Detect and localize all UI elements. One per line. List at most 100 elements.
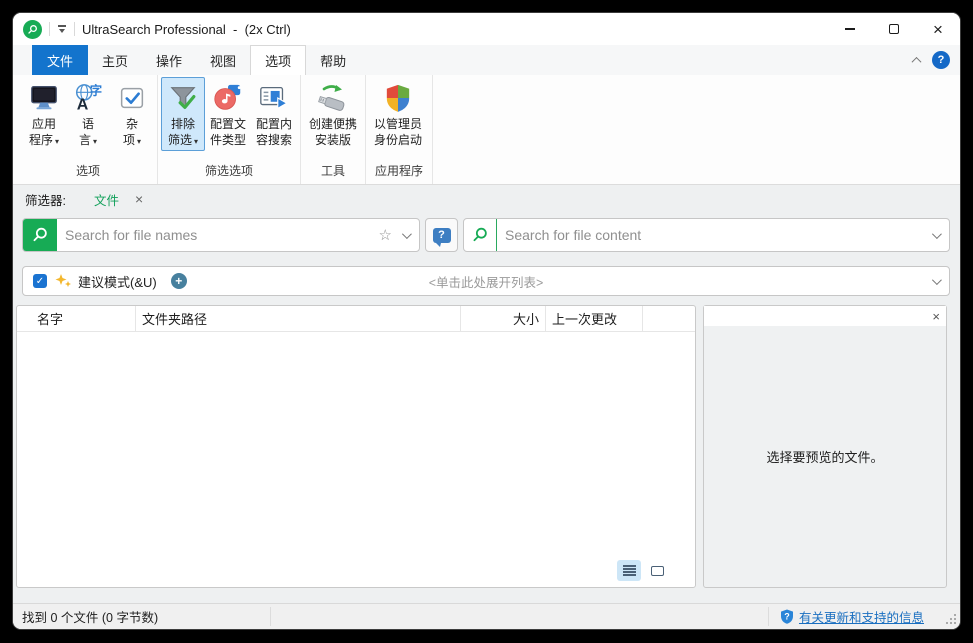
- search-row: ☆ ?: [13, 213, 960, 260]
- help-button[interactable]: ?: [932, 51, 950, 69]
- ribbon-group-label: 选项: [22, 159, 154, 184]
- collapse-ribbon-icon[interactable]: [912, 56, 922, 66]
- dropdown-arrow-icon: ▾: [194, 137, 198, 146]
- tab-actions[interactable]: 操作: [142, 45, 196, 75]
- run-as-admin-button[interactable]: 以管理员 身份启动: [369, 77, 427, 151]
- tab-home[interactable]: 主页: [88, 45, 142, 75]
- expand-list-hint: <单击此处展开列表>: [23, 272, 949, 291]
- chevron-down-icon[interactable]: [932, 229, 942, 239]
- column-header-last-change[interactable]: 上一次更改: [546, 306, 643, 331]
- suggestion-mode-box: ✓ 建议模式(&U) + <单击此处展开列表>: [22, 266, 950, 296]
- app-logo-icon: [23, 20, 42, 39]
- configure-content-search-button[interactable]: 配置内 容搜索: [251, 77, 297, 151]
- filter-tab-files[interactable]: 文件: [94, 190, 119, 209]
- dropdown-arrow-icon: ▾: [93, 137, 97, 146]
- file-content-search-box: [463, 218, 950, 252]
- suggestion-mode-checkbox[interactable]: ✓: [33, 274, 47, 288]
- status-bar: 找到 0 个文件 (0 字节数) ? 有关更新和支持的信息: [13, 603, 960, 629]
- app-programs-button[interactable]: 应用 程序▾: [22, 77, 66, 151]
- favorite-star-icon[interactable]: ☆: [379, 226, 392, 244]
- svg-text:字: 字: [90, 83, 102, 98]
- preview-panel: × 选择要预览的文件。: [703, 305, 947, 588]
- titlebar-separator: [49, 22, 50, 36]
- ribbon-group-label: 应用程序: [369, 159, 429, 184]
- search-icon: [23, 219, 57, 251]
- card-view-icon: [651, 566, 664, 576]
- column-header-name[interactable]: 名字: [17, 306, 136, 331]
- tab-help[interactable]: 帮助: [306, 45, 360, 75]
- list-view-button[interactable]: [617, 560, 641, 581]
- add-suggestion-button[interactable]: +: [171, 273, 187, 289]
- preview-body: 选择要预览的文件。: [704, 326, 946, 587]
- file-content-search-input[interactable]: [497, 227, 932, 243]
- chevron-down-icon[interactable]: [402, 229, 412, 239]
- svg-text:?: ?: [784, 612, 790, 622]
- minimize-button[interactable]: [828, 13, 872, 45]
- language-globe-icon: A字: [71, 81, 105, 115]
- search-icon: [464, 219, 496, 251]
- suggestion-mode-label: 建议模式(&U): [78, 272, 157, 291]
- maximize-button[interactable]: [872, 13, 916, 45]
- ribbon-group-label: 工具: [304, 159, 362, 184]
- dropdown-arrow-icon: ▾: [137, 137, 141, 146]
- screen: UltraSearch Professional - (2x Ctrl) × 文…: [0, 0, 973, 643]
- chevron-down-icon[interactable]: [932, 275, 942, 285]
- file-types-icon: [211, 81, 245, 115]
- titlebar-separator: [74, 22, 75, 36]
- preview-message: 选择要预览的文件。: [766, 447, 883, 466]
- ribbon-group-tools: 创建便携 安装版 工具: [301, 75, 366, 184]
- update-info-link[interactable]: 有关更新和支持的信息: [799, 607, 924, 626]
- filter-label: 筛选器:: [25, 190, 66, 209]
- language-button[interactable]: A字 语 言▾: [66, 77, 110, 151]
- help-bubble-icon: ?: [433, 228, 451, 243]
- tab-view[interactable]: 视图: [196, 45, 250, 75]
- column-header-folder-path[interactable]: 文件夹路径: [136, 306, 461, 331]
- configure-file-types-button[interactable]: 配置文 件类型: [205, 77, 251, 151]
- list-view-icon: [623, 563, 636, 577]
- table-header-row: 名字 文件夹路径 大小 上一次更改: [17, 306, 695, 332]
- filter-bar: 筛选器: 文件 ×: [13, 185, 960, 213]
- ribbon-group-label: 筛选选项: [161, 159, 297, 184]
- maximize-icon: [889, 24, 899, 34]
- status-found-text: 找到 0 个文件 (0 字节数): [13, 607, 158, 626]
- tab-file[interactable]: 文件: [32, 45, 88, 75]
- close-button[interactable]: ×: [916, 13, 960, 45]
- search-help-button[interactable]: ?: [425, 218, 458, 252]
- filter-funnel-icon: [166, 81, 200, 115]
- minimize-icon: [845, 28, 855, 29]
- statusbar-separator: [270, 607, 271, 626]
- misc-options-button[interactable]: 杂 项▾: [110, 77, 154, 151]
- ribbon-group-options: 应用 程序▾ A字 语 言▾ 杂 项▾ 选项: [19, 75, 158, 184]
- close-icon: ×: [933, 21, 943, 38]
- window-title: UltraSearch Professional - (2x Ctrl): [82, 22, 291, 37]
- monitor-icon: [27, 81, 61, 115]
- filter-tab-close-icon[interactable]: ×: [135, 192, 143, 206]
- suggestion-row: ✓ 建议模式(&U) + <单击此处展开列表>: [13, 260, 960, 303]
- dropdown-arrow-icon: ▾: [55, 137, 59, 146]
- tab-options[interactable]: 选项: [250, 45, 306, 75]
- create-portable-button[interactable]: 创建便携 安装版: [304, 77, 362, 151]
- results-table: 名字 文件夹路径 大小 上一次更改: [16, 305, 696, 588]
- ribbon-group-filter-options: 排除 筛选▾ 配置文 件类型 配置内 容搜索: [158, 75, 301, 184]
- svg-text:A: A: [77, 96, 89, 113]
- ribbon-group-application: 以管理员 身份启动 应用程序: [366, 75, 433, 184]
- window-controls: ×: [828, 13, 960, 45]
- checkbox-icon: [115, 81, 149, 115]
- preview-close-icon[interactable]: ×: [932, 310, 940, 323]
- column-header-size[interactable]: 大小: [461, 306, 546, 331]
- file-name-search-input[interactable]: [57, 227, 379, 243]
- resize-grip[interactable]: [950, 618, 952, 620]
- column-header-filler: [643, 306, 695, 331]
- usb-stick-icon: [316, 81, 350, 115]
- update-shield-icon: ?: [780, 609, 794, 624]
- card-view-button[interactable]: [645, 560, 669, 581]
- ultrasearch-window: UltraSearch Professional - (2x Ctrl) × 文…: [13, 13, 960, 629]
- view-mode-buttons: [617, 560, 669, 581]
- file-name-search-box: ☆: [22, 218, 420, 252]
- statusbar-separator: [768, 607, 769, 626]
- exclude-filter-button[interactable]: 排除 筛选▾: [161, 77, 205, 151]
- quick-access-dropdown-icon[interactable]: [57, 25, 67, 33]
- title-bar: UltraSearch Professional - (2x Ctrl) ×: [13, 13, 960, 45]
- sparkle-icon: [55, 273, 72, 289]
- preview-header: ×: [704, 306, 946, 326]
